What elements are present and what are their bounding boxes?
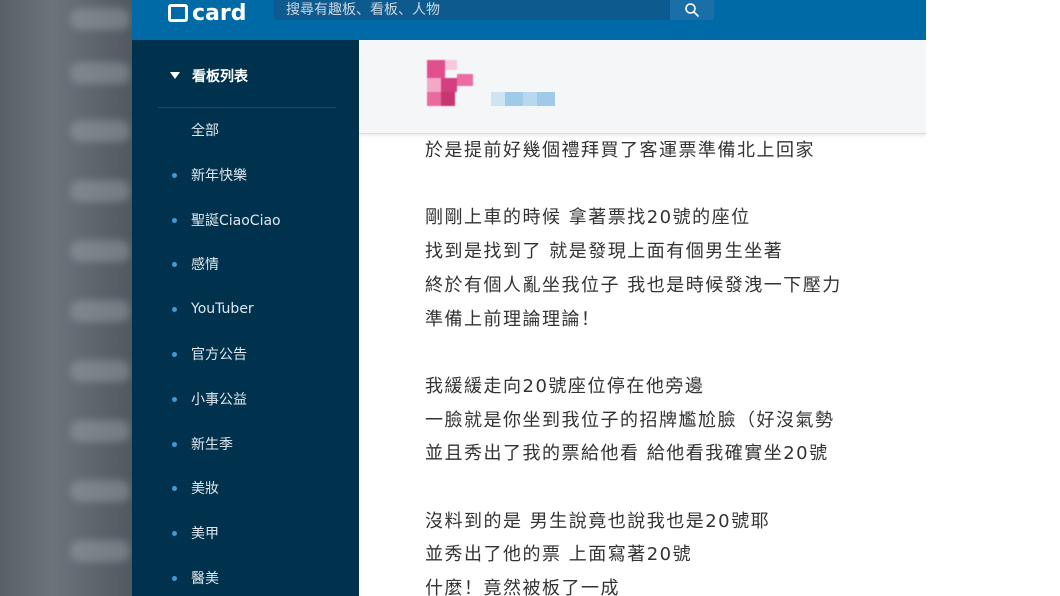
post-text-line: 我緩緩走向20號座位停在他旁邊 [425,375,705,397]
sidebar-item[interactable]: 全部 [172,120,219,140]
logo-text: card [192,0,247,26]
post-text-line: 什麼！竟然被板了一成 [425,578,620,596]
post-text-line: 準備上前理論理論！ [425,308,601,330]
sidebar-item-label: 醫美 [191,571,219,587]
sidebar-item-label: YouTuber [191,301,254,318]
logo-mark-icon [168,4,188,22]
sidebar-item-label: 全部 [191,123,219,139]
sidebar-item-label: 新生季 [191,436,233,453]
sidebar-item[interactable]: 新生季 [172,434,233,454]
post-text-line: 於是提前好幾個禮拜買了客運票準備北上回家 [425,140,815,161]
sidebar-item-label: 小事公益 [191,391,247,408]
sidebar-item[interactable]: 美妝 [172,478,219,498]
dcard-logo[interactable]: card [168,0,246,26]
bullet-dot-icon [172,531,177,537]
sidebar-item[interactable]: 官方公告 [172,344,247,364]
bullet-dot-icon [172,172,177,178]
sidebar-item[interactable]: 小事公益 [172,389,247,409]
bullet-dot-icon [172,576,177,581]
post-text-line: 並且秀出了我的票給他看 給他看我確實坐20號 [425,443,829,465]
sidebar-item[interactable]: 美甲 [172,523,219,543]
bullet-dot-icon [172,441,177,447]
sidebar-item[interactable]: 感情 [172,254,219,274]
sidebar-item-label: 美妝 [191,481,219,498]
sidebar-item-label: 官方公告 [191,347,247,363]
post-text-line: 終於有個人亂坐我位子 我也是時候發洩一下壓力 [425,274,842,296]
bullet-dot-icon [172,486,177,492]
sidebar-item[interactable]: 醫美 [172,568,219,588]
post-content: 於是提前好幾個禮拜買了客運票準備北上回家 剛剛上車的時候 拿著票找20號的座位找到… [359,40,926,596]
search-button[interactable] [670,0,714,20]
sidebar-item-label: 美甲 [191,526,219,543]
author-avatar[interactable] [413,52,603,122]
top-navigation-bar: card [132,0,926,40]
sidebar-item[interactable]: 聖誕CiaoCiao [172,210,281,230]
post-author-header [359,40,926,134]
sidebar-item-label: 感情 [191,257,219,274]
sidebar-item-label: 新年快樂 [191,167,247,184]
forum-list-title: 看板列表 [192,69,248,85]
post-text-line: 並秀出了他的票 上面寫著20號 [425,544,693,566]
post-text-line: 找到是找到了 就是發現上面有個男生坐著 [425,241,784,263]
post-text-line: 一臉就是你坐到我位子的招牌尷尬臉（好沒氣勢 [425,409,835,431]
collapse-triangle-icon [170,72,180,79]
post-text-line: 剛剛上車的時候 拿著票找20號的座位 [425,207,751,229]
bullet-dot-icon [172,352,177,357]
post-text-line: 沒料到的是 男生說竟也說我也是20號耶 [425,510,771,532]
bullet-dot-icon [172,307,177,313]
search-bar [274,0,714,20]
bullet-dot-icon [172,396,177,402]
blurred-background-left [0,0,132,596]
search-icon [685,3,699,17]
sidebar-item-label: 聖誕CiaoCiao [191,212,281,229]
forum-sidebar: 看板列表 全部新年快樂聖誕CiaoCiao 感情 YouTuber 官方公告小事公益新… [132,40,359,596]
search-input[interactable] [274,0,670,20]
background-right [926,0,1060,596]
forum-list-header[interactable]: 看板列表 [158,66,336,108]
bullet-dot-icon [172,262,177,268]
sidebar-item[interactable]: YouTuber [172,299,254,319]
bullet-dot-icon [172,217,177,223]
sidebar-item[interactable]: 新年快樂 [172,165,247,185]
